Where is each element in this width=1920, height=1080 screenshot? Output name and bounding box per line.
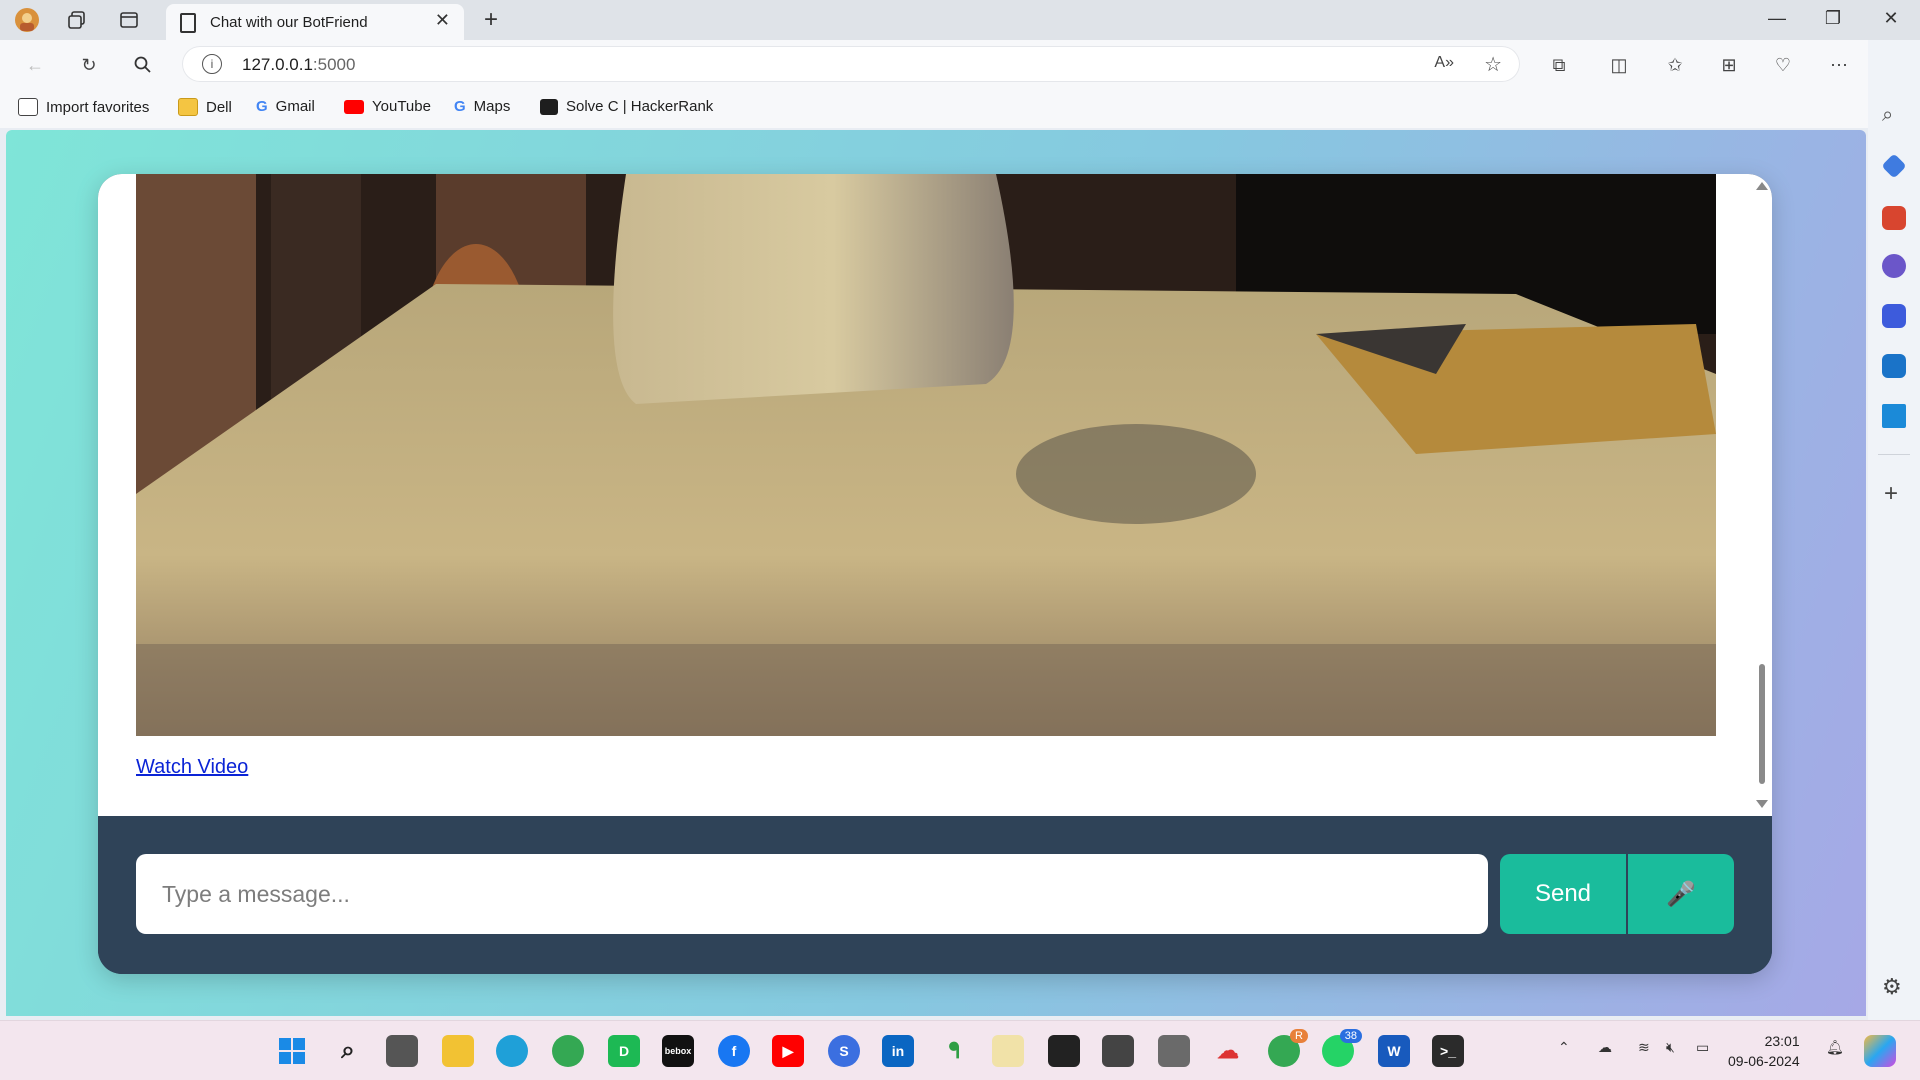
linkedin-icon[interactable]: in [882,1035,914,1067]
vertical-tabs-icon[interactable] [116,7,142,33]
app-timer-icon[interactable] [1048,1035,1080,1067]
bookmark-hackerrank[interactable]: Solve C | HackerRank [540,98,713,115]
sidebar-divider [1878,454,1910,455]
video-thumbnail-image [136,174,1716,736]
browser-tab-active[interactable]: Chat with our BotFriend ✕ [166,4,464,40]
chrome-taskbar-icon[interactable] [552,1035,584,1067]
extensions-icon[interactable]: ⧉ [1546,52,1572,78]
file-explorer-icon[interactable] [442,1035,474,1067]
bebox-icon[interactable]: bebox [662,1035,694,1067]
microphone-icon: 🎤 [1666,880,1696,908]
scroll-up-arrow-icon[interactable] [1756,182,1768,190]
google-icon: G [454,98,466,115]
browser-essentials-icon[interactable]: ♡ [1770,52,1796,78]
outlook-icon[interactable] [1882,354,1906,378]
microsoft365-icon[interactable] [1882,304,1906,328]
volume-muted-icon[interactable]: 🔇︎ [1666,1039,1675,1056]
profile-avatar-icon[interactable] [14,7,40,33]
app-hand-icon[interactable] [1158,1035,1190,1067]
clock-date: 09-06-2024 [1728,1053,1800,1069]
collections-icon[interactable]: ⊞ [1716,52,1742,78]
page-viewport: Watch Video Send 🎤 [6,130,1866,1016]
site-info-icon[interactable]: i [202,54,222,74]
folder-icon [178,98,198,116]
chat-messages[interactable]: Watch Video [98,174,1772,816]
bookmark-gmail[interactable]: G Gmail [256,98,315,115]
tools-icon[interactable] [1882,206,1906,230]
restore-icon[interactable]: ❐ [1818,8,1848,29]
app-chat-icon[interactable] [1102,1035,1134,1067]
app-d-icon[interactable]: D [608,1035,640,1067]
sidebar-settings-icon[interactable]: ⚙ [1882,974,1902,1000]
taskbar-search-icon[interactable]: ⌕ [332,1035,364,1067]
battery-icon[interactable]: ▭ [1696,1039,1709,1056]
close-window-icon[interactable]: ✕ [1876,8,1906,29]
facebook-icon[interactable]: f [718,1035,750,1067]
message-composer: Send 🎤 [98,816,1772,974]
notification-bell-icon[interactable]: 🔔︎ [1826,1039,1844,1056]
new-tab-icon[interactable]: + [478,6,504,33]
send-button[interactable]: Send [1500,854,1626,934]
chat-container: Watch Video Send 🎤 [98,174,1772,974]
taskbar-clock[interactable]: 23:01 09-06-2024 [1728,1031,1800,1071]
import-icon [18,98,38,116]
split-screen-icon[interactable]: ◫ [1606,52,1632,78]
youtube-taskbar-icon[interactable]: ▶ [772,1035,804,1067]
bookmark-dell[interactable]: Dell [178,98,232,116]
edge-taskbar-icon[interactable] [496,1035,528,1067]
scroll-down-arrow-icon[interactable] [1756,800,1768,808]
edge-sidebar: ⌕ + ⚙ [1868,40,1920,1022]
clock-time: 23:01 [1764,1033,1800,1049]
add-sidebar-app-icon[interactable]: + [1884,480,1898,508]
windows-start-icon[interactable] [276,1035,308,1067]
chat-scrollbar[interactable] [1756,182,1768,808]
watch-video-link[interactable]: Watch Video [136,756,248,779]
windows-taskbar: ⌕ D bebox f ▶ S in ᖳ ☁ R 38 W >_ ⌃ ☁ ≋ 🔇… [0,1020,1920,1080]
whatsapp-icon[interactable]: 38 [1322,1029,1362,1067]
copilot-taskbar-icon[interactable] [1864,1035,1896,1067]
minimize-icon[interactable]: — [1762,8,1792,29]
word-icon[interactable]: W [1378,1035,1410,1067]
scrollbar-thumb[interactable] [1759,664,1765,784]
bookmark-maps[interactable]: G Maps [454,98,510,115]
bookmark-import-favorites[interactable]: Import favorites [18,98,149,116]
app-yellow-icon[interactable] [992,1035,1024,1067]
refresh-icon[interactable]: ↻ [76,52,102,78]
close-tab-icon[interactable]: ✕ [435,10,450,31]
youtube-icon [344,99,364,114]
app-leaf-icon[interactable]: ᖳ [938,1035,970,1067]
microphone-button[interactable]: 🎤 [1628,854,1734,934]
address-bar[interactable]: i 127.0.0.1:5000 A» ☆ [182,46,1520,82]
google-icon: G [256,98,268,115]
favorite-star-icon[interactable]: ☆ [1484,52,1502,77]
chrome-profile-icon[interactable]: R [1268,1029,1308,1067]
send-drop-icon[interactable] [1882,404,1906,428]
back-icon[interactable]: ← [22,52,48,78]
read-aloud-icon[interactable]: A» [1434,54,1454,72]
show-hidden-icons-icon[interactable]: ⌃ [1558,1039,1570,1056]
favorites-icon[interactable]: ✩ [1662,52,1688,78]
games-icon[interactable] [1882,254,1906,278]
message-input[interactable] [136,854,1488,934]
bookmark-youtube[interactable]: YouTube [344,98,431,115]
browser-toolbar: ← ↻ i 127.0.0.1:5000 A» ☆ ⧉ ◫ ✩ ⊞ ♡ ⋯ [0,40,1920,88]
task-view-icon[interactable] [386,1035,418,1067]
terminal-icon[interactable]: >_ [1432,1035,1464,1067]
search-icon[interactable] [130,52,156,78]
browser-title-bar: Chat with our BotFriend ✕ + — ❐ ✕ [0,0,1920,40]
wifi-icon[interactable]: ≋ [1638,1039,1650,1056]
app-s-icon[interactable]: S [828,1035,860,1067]
hackerrank-icon [540,98,558,115]
more-options-icon[interactable]: ⋯ [1826,52,1852,78]
tab-title: Chat with our BotFriend [210,14,368,31]
app-cloud-icon[interactable]: ☁ [1212,1035,1244,1067]
url-text[interactable]: 127.0.0.1:5000 [242,55,355,75]
document-icon [180,13,196,33]
onedrive-icon[interactable]: ☁ [1598,1039,1612,1056]
favorites-bar: Import favorites Dell G Gmail YouTube G … [0,88,1920,128]
shopping-tag-icon[interactable] [1881,153,1907,179]
sidebar-search-icon[interactable]: ⌕ [1882,104,1893,127]
workspaces-icon[interactable] [64,7,90,33]
